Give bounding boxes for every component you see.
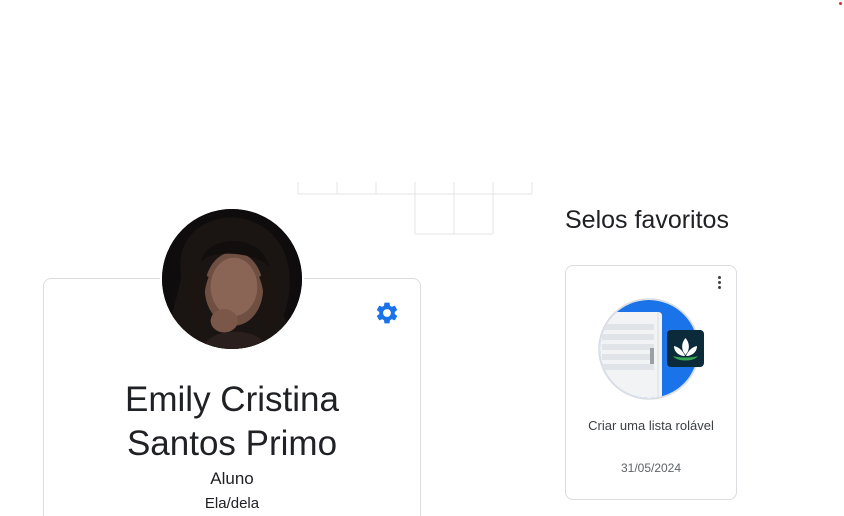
favorite-badges-title: Selos favoritos (565, 206, 729, 234)
profile-role: Aluno (210, 469, 254, 488)
settings-button[interactable] (372, 298, 402, 328)
badge-date: 31/05/2024 (620, 461, 682, 475)
badge-title: Criar uma lista rolável (588, 418, 714, 433)
profile-name-line1: Emily Cristina (125, 380, 339, 419)
badge-image (598, 298, 704, 400)
badge-menu-button[interactable] (711, 273, 727, 291)
decorative-grid (297, 182, 533, 235)
notification-dot (839, 2, 842, 5)
profile-pronouns: Ela/dela (204, 495, 260, 512)
more-vert-icon (717, 275, 721, 289)
profile-name: Emily Cristina Santos Primo (43, 378, 421, 466)
lotus-icon (667, 330, 704, 367)
avatar-photo (162, 209, 302, 349)
avatar (160, 207, 304, 351)
profile-name-line2: Santos Primo (126, 424, 338, 463)
gear-icon (376, 302, 398, 324)
